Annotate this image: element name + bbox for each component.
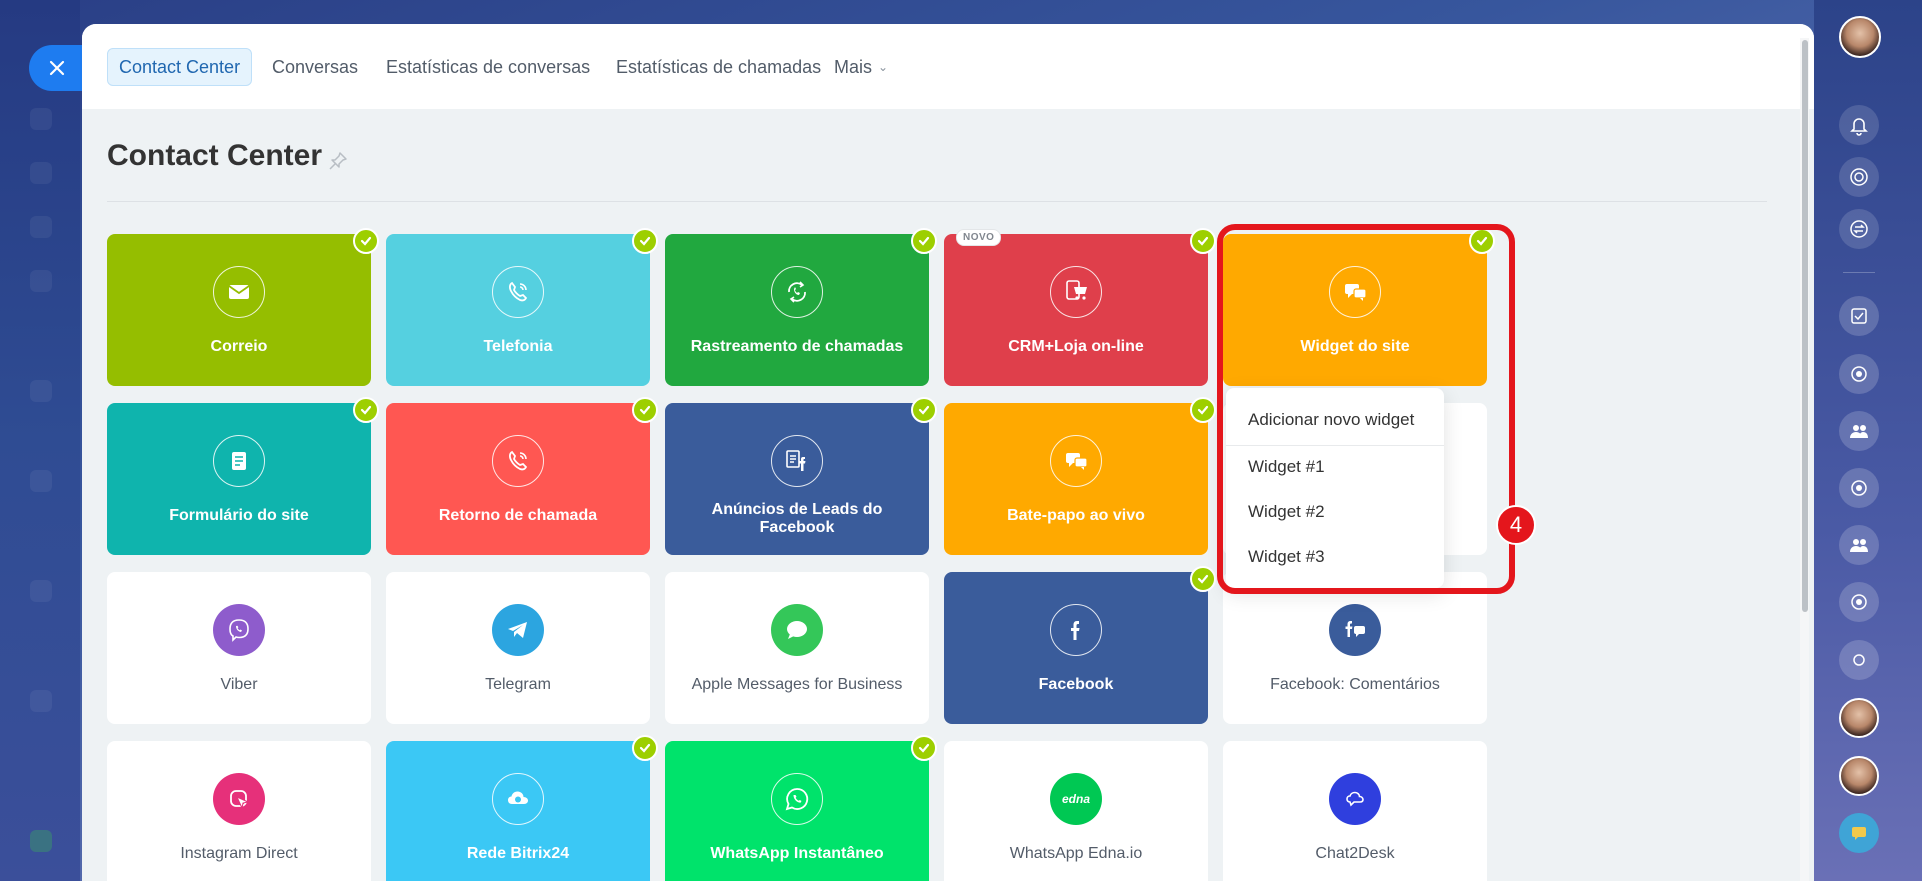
viber-icon [213, 604, 265, 656]
tile-whatsapp-instantaneo[interactable]: WhatsApp Instantâneo [665, 735, 937, 881]
tile-correio[interactable]: Correio [107, 228, 379, 386]
tile-facebook-comentarios[interactable]: Facebook: Comentários [1223, 572, 1487, 724]
left-sidebar-background [0, 0, 80, 881]
target-icon[interactable] [1839, 157, 1879, 197]
scrollbar-thumb[interactable] [1802, 40, 1808, 612]
tasks-icon[interactable] [1839, 296, 1879, 336]
annotation-highlight-frame [1217, 224, 1515, 594]
phone-icon [492, 266, 544, 318]
sidebar-ghost-icon [30, 580, 52, 602]
connected-check-icon [632, 228, 658, 254]
close-icon [49, 60, 65, 76]
edna-icon: edna [1050, 773, 1102, 825]
new-badge: NOVO [956, 229, 1002, 246]
annotation-step-badge: 4 [1496, 505, 1536, 545]
pin-icon[interactable] [327, 150, 349, 172]
whatsapp-icon [771, 773, 823, 825]
tab-mais[interactable]: Mais ⌄ [823, 48, 899, 86]
contact-avatar[interactable] [1839, 698, 1879, 738]
open-channel-icon[interactable] [1839, 354, 1879, 394]
cart-icon [1050, 266, 1102, 318]
sidebar-ghost-icon [30, 470, 52, 492]
open-channel-icon[interactable] [1839, 582, 1879, 622]
tile-whatsapp-edna[interactable]: edna WhatsApp Edna.io [944, 741, 1208, 881]
sidebar-ghost-icon [30, 162, 52, 184]
connected-check-icon [1190, 228, 1216, 254]
sidebar-ghost-icon [30, 108, 52, 130]
instagram-direct-icon [213, 773, 265, 825]
tile-telefonia[interactable]: Telefonia [386, 228, 658, 386]
tab-conversas[interactable]: Conversas [261, 48, 369, 86]
facebook-leads-icon [771, 435, 823, 487]
contact-center-panel: Contact Center Conversas Estatísticas de… [82, 24, 1814, 881]
tile-retorno-de-chamada[interactable]: Retorno de chamada [386, 397, 658, 555]
sync-icon[interactable] [1839, 209, 1879, 249]
connected-check-icon [911, 228, 937, 254]
bitrix24-network-icon [492, 773, 544, 825]
title-divider [107, 201, 1767, 202]
sidebar-ghost-icon [30, 690, 52, 712]
chat2desk-icon [1329, 773, 1381, 825]
tile-instagram-direct[interactable]: Instagram Direct [107, 741, 371, 881]
page-title: Contact Center [107, 139, 323, 172]
connected-check-icon [353, 228, 379, 254]
tile-viber[interactable]: Viber [107, 572, 371, 724]
tile-facebook[interactable]: Facebook [944, 566, 1216, 724]
tab-estatisticas-conversas[interactable]: Estatísticas de conversas [375, 48, 601, 86]
group-chat-icon[interactable] [1839, 525, 1879, 565]
status-circle-icon[interactable] [1839, 640, 1879, 680]
chat-icon[interactable] [1839, 813, 1879, 853]
connected-check-icon [632, 397, 658, 423]
tab-estatisticas-chamadas[interactable]: Estatísticas de chamadas [605, 48, 832, 86]
open-channel-icon[interactable] [1839, 468, 1879, 508]
bell-icon[interactable] [1839, 105, 1879, 145]
live-chat-icon [1050, 435, 1102, 487]
connected-check-icon [911, 397, 937, 423]
tile-formulario-do-site[interactable]: Formulário do site [107, 397, 379, 555]
form-icon [213, 435, 265, 487]
tile-apple-messages[interactable]: Apple Messages for Business [665, 572, 929, 724]
sidebar-ghost-icon [30, 270, 52, 292]
tile-chat2desk[interactable]: Chat2Desk [1223, 741, 1487, 881]
tile-anuncios-leads-facebook[interactable]: Anúncios de Leads do Facebook [665, 397, 937, 555]
sidebar-ghost-icon [30, 216, 52, 238]
chevron-down-icon: ⌄ [878, 60, 889, 74]
callback-icon [492, 435, 544, 487]
user-avatar[interactable] [1839, 16, 1881, 58]
group-chat-icon[interactable] [1839, 411, 1879, 451]
call-tracking-icon [771, 266, 823, 318]
sidebar-ghost-icon [30, 380, 52, 402]
connected-check-icon [1190, 566, 1216, 592]
telegram-icon [492, 604, 544, 656]
envelope-icon [213, 266, 265, 318]
connected-check-icon [911, 735, 937, 761]
tile-bate-papo-ao-vivo[interactable]: Bate-papo ao vivo [944, 397, 1216, 555]
connected-check-icon [632, 735, 658, 761]
contact-avatar[interactable] [1839, 756, 1879, 796]
close-slider-button[interactable] [29, 45, 85, 91]
apple-messages-icon [771, 604, 823, 656]
tile-rastreamento-chamadas[interactable]: Rastreamento de chamadas [665, 228, 937, 386]
toolbar-divider [1843, 272, 1875, 273]
connected-check-icon [1190, 397, 1216, 423]
tile-crm-loja-online[interactable]: CRM+Loja on-line NOVO [944, 228, 1216, 386]
facebook-icon [1050, 604, 1102, 656]
top-navigation: Contact Center Conversas Estatísticas de… [82, 24, 1814, 109]
tile-rede-bitrix24[interactable]: Rede Bitrix24 [386, 735, 658, 881]
sidebar-ghost-icon [30, 830, 52, 852]
facebook-comments-icon [1329, 604, 1381, 656]
connected-check-icon [353, 397, 379, 423]
tile-telegram[interactable]: Telegram [386, 572, 650, 724]
tab-contact-center[interactable]: Contact Center [107, 48, 253, 86]
